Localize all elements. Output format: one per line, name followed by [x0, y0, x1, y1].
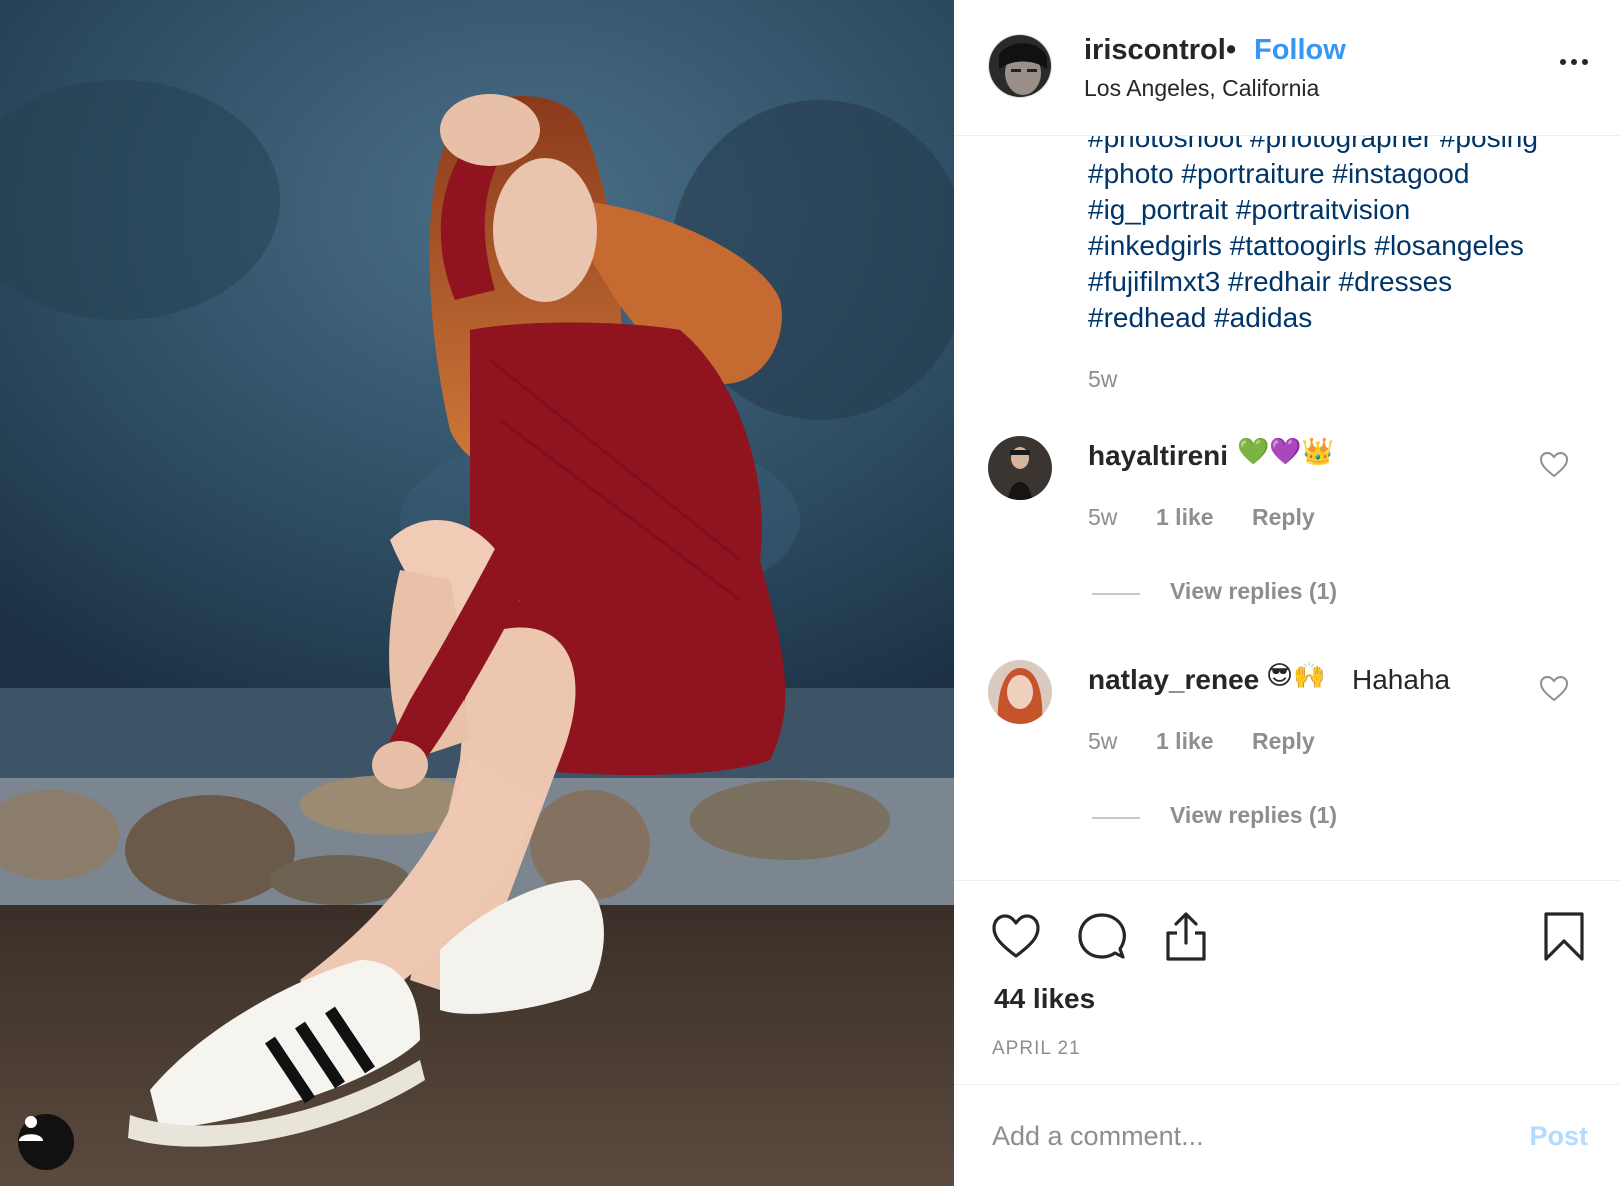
comment-likes[interactable]: 1 like — [1156, 728, 1214, 755]
likes-count[interactable]: 44 likes — [994, 983, 1095, 1015]
hashtag-line[interactable]: #redhead #adidas — [1088, 300, 1588, 336]
tagged-user-button[interactable] — [18, 1114, 74, 1170]
follow-button[interactable]: Follow — [1254, 34, 1346, 67]
caption-hashtags: #photoshoot #photographer #posing #photo… — [1088, 136, 1588, 336]
more-options-icon[interactable] — [1556, 48, 1592, 76]
hashtag-line[interactable]: #photoshoot #photographer #posing — [1088, 136, 1588, 156]
reply-divider — [1092, 817, 1140, 819]
comment-time[interactable]: 5w — [1088, 728, 1117, 755]
hashtag-line[interactable]: #ig_portrait #portraitvision — [1088, 192, 1588, 228]
author-avatar[interactable] — [988, 34, 1052, 98]
comment-emojis: 💚💜👑 — [1237, 436, 1335, 466]
comment-like-heart-icon[interactable] — [1540, 676, 1568, 702]
post-location[interactable]: Los Angeles, California — [1084, 75, 1319, 102]
comment-username[interactable]: natlay_renee — [1088, 664, 1259, 696]
comment-emojis: 😎🙌 — [1266, 660, 1326, 690]
commenter-avatar[interactable] — [988, 436, 1052, 500]
hashtag-line[interactable]: #fujifilmxt3 #redhair #dresses — [1088, 264, 1588, 300]
commenter-avatar-image — [988, 436, 1052, 500]
share-icon[interactable] — [1160, 911, 1212, 963]
comment-icon[interactable] — [1076, 911, 1128, 963]
user-icon — [19, 1116, 43, 1141]
reply-divider — [1092, 593, 1140, 595]
view-replies-button[interactable]: View replies (1) — [1170, 578, 1337, 605]
comment-composer: Post — [954, 1084, 1620, 1186]
hashtag-line[interactable]: #inkedgirls #tattoogirls #losangeles — [1088, 228, 1588, 264]
reply-button[interactable]: Reply — [1252, 728, 1315, 755]
photo-artwork — [0, 0, 954, 1186]
comments-scroll[interactable]: #photoshoot #photographer #posing #photo… — [954, 136, 1620, 880]
comment-like-heart-icon[interactable] — [1540, 452, 1568, 478]
author-username[interactable]: iriscontrol — [1084, 34, 1226, 67]
comment-username[interactable]: hayaltireni — [1088, 440, 1228, 472]
comment-input[interactable] — [992, 1111, 1492, 1161]
post-comment-button[interactable]: Post — [1529, 1121, 1588, 1152]
heart-icon[interactable] — [990, 911, 1042, 963]
post-side-panel: iriscontrol • Follow Los Angeles, Califo… — [954, 0, 1620, 1186]
post-photo[interactable] — [0, 0, 954, 1186]
view-replies-button[interactable]: View replies (1) — [1170, 802, 1337, 829]
post-header: iriscontrol • Follow Los Angeles, Califo… — [954, 0, 1620, 136]
separator-dot: • — [1226, 34, 1237, 66]
post-actions: 44 likes APRIL 21 — [954, 880, 1620, 1084]
caption-time[interactable]: 5w — [1088, 366, 1117, 393]
comment-likes[interactable]: 1 like — [1156, 504, 1214, 531]
reply-button[interactable]: Reply — [1252, 504, 1315, 531]
post-date[interactable]: APRIL 21 — [992, 1038, 1081, 1060]
commenter-avatar-image — [988, 660, 1052, 724]
commenter-avatar[interactable] — [988, 660, 1052, 724]
comment-text: Hahaha — [1352, 664, 1451, 695]
hashtag-line[interactable]: #photo #portraiture #instagood — [1088, 156, 1588, 192]
bookmark-icon[interactable] — [1538, 911, 1590, 963]
author-avatar-image — [989, 35, 1051, 97]
comment-time[interactable]: 5w — [1088, 504, 1117, 531]
